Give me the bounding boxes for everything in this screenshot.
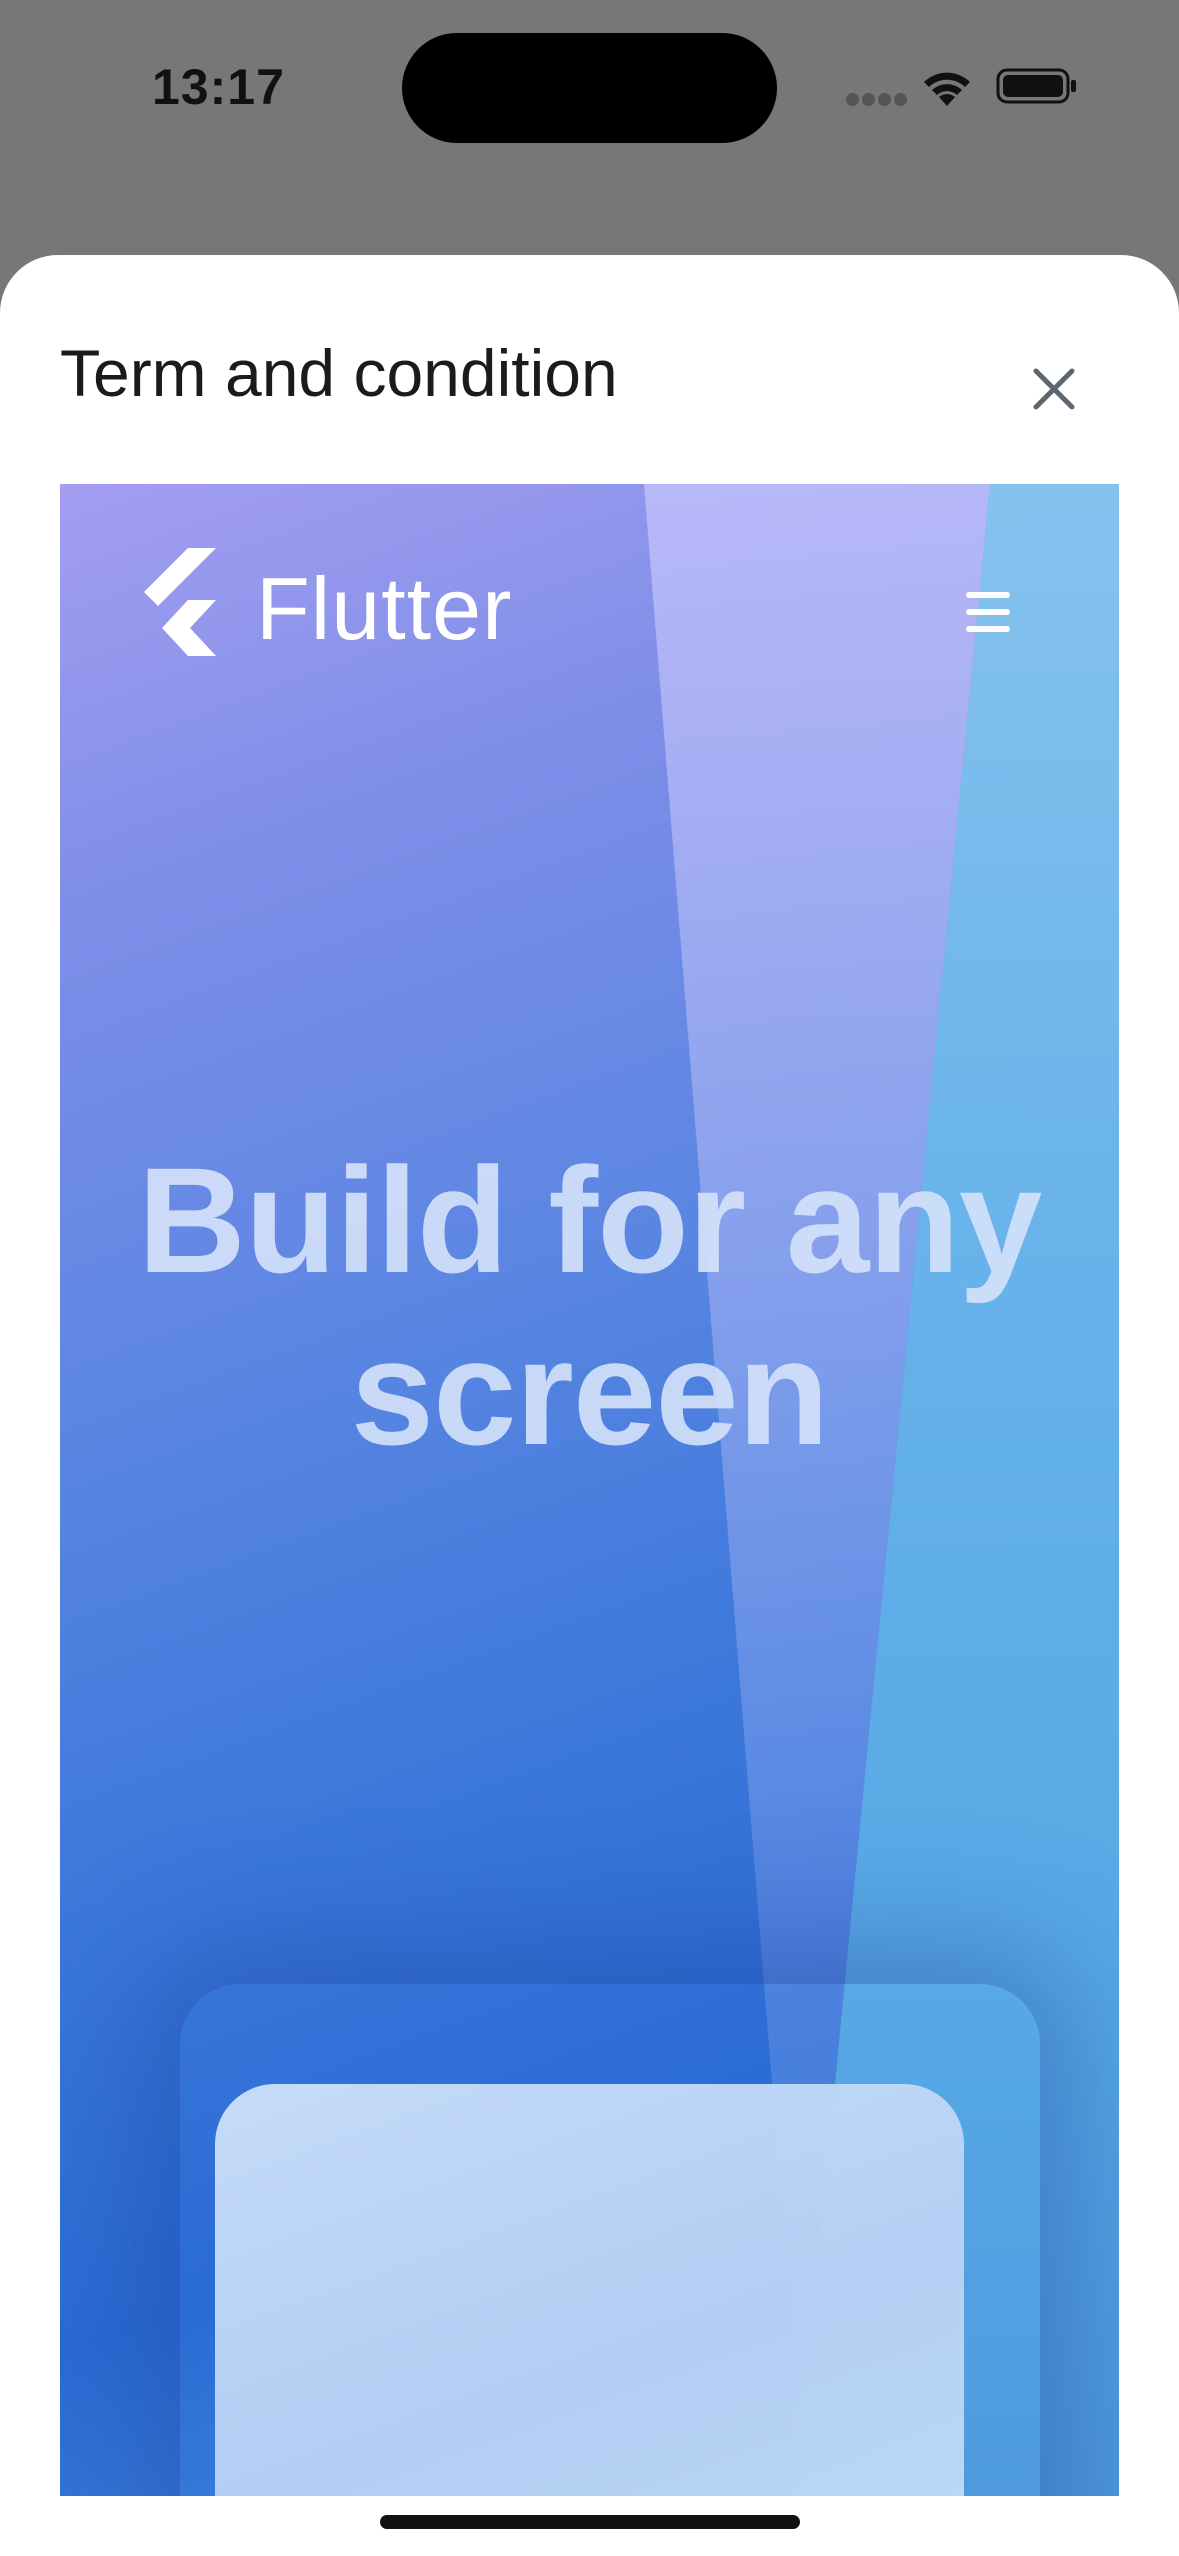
hero-card bbox=[215, 2084, 964, 2496]
hamburger-menu-icon[interactable] bbox=[958, 584, 1018, 640]
home-indicator[interactable] bbox=[380, 2515, 800, 2529]
dynamic-island bbox=[402, 33, 777, 143]
terms-sheet: Term and condition Flutter Build for any… bbox=[0, 255, 1179, 2556]
web-content-frame[interactable]: Flutter Build for any screen bbox=[60, 484, 1119, 2496]
screen: 13:17 Term and condition Flutter Build f… bbox=[0, 0, 1179, 2556]
battery-icon bbox=[996, 68, 1076, 104]
close-icon bbox=[1033, 368, 1075, 410]
cellular-icon bbox=[846, 93, 908, 107]
wifi-icon bbox=[924, 72, 970, 106]
status-time: 13:17 bbox=[152, 59, 285, 115]
flutter-logo-icon bbox=[144, 548, 216, 656]
hero-title: Build for any screen bbox=[137, 1136, 1043, 1476]
flutter-brand[interactable]: Flutter bbox=[256, 558, 512, 660]
status-bar: 13:17 bbox=[0, 0, 1179, 180]
sheet-title: Term and condition bbox=[60, 336, 618, 410]
close-button[interactable] bbox=[1012, 347, 1096, 431]
